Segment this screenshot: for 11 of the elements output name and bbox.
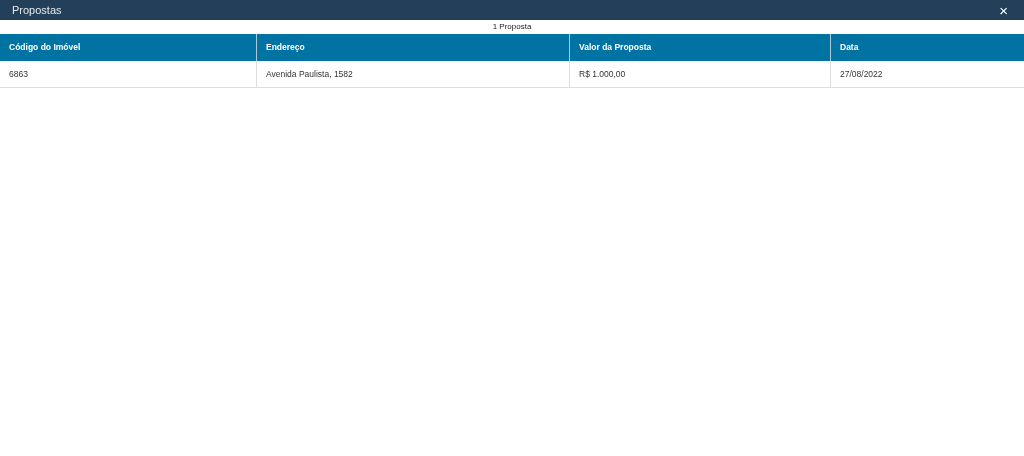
column-header: Endereço	[266, 41, 305, 54]
column-header: Data	[840, 41, 859, 54]
table-cell: Avenida Paulista, 1582	[266, 67, 353, 81]
close-button[interactable]: ×	[995, 2, 1012, 18]
table-cell: 6863	[9, 67, 28, 81]
window-title: Propostas	[12, 2, 62, 18]
column-header: Valor da Proposta	[579, 41, 652, 54]
table-cell: 27/08/2022	[840, 67, 883, 81]
result-count: 1 Proposta	[492, 21, 532, 33]
table-cell: R$ 1.000,00	[579, 67, 626, 81]
column-header: Código do Imóvel	[9, 41, 81, 54]
